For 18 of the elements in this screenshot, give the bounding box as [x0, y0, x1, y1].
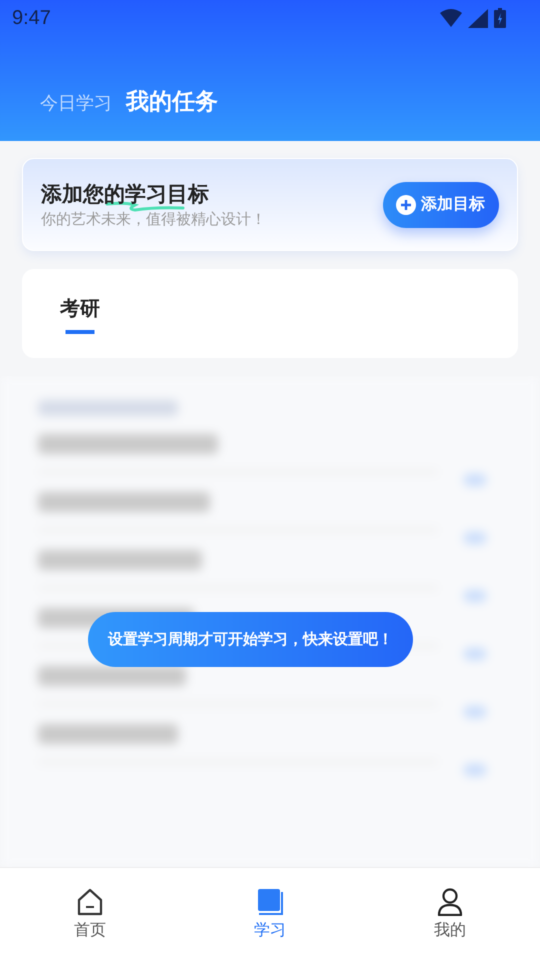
- add-goal-button[interactable]: 添加目标: [383, 182, 499, 228]
- wifi-icon: [440, 9, 462, 27]
- goal-subtitle: 你的艺术未来，值得被精心设计！: [41, 210, 267, 229]
- home-icon: [77, 888, 103, 916]
- plus-icon: [396, 194, 416, 214]
- category-tab[interactable]: 考研: [60, 295, 100, 334]
- nav-tab[interactable]: 我的: [390, 886, 510, 942]
- nav-tab[interactable]: 首页: [30, 886, 150, 942]
- header-tab[interactable]: 我的任务: [126, 86, 218, 117]
- person-icon: [437, 888, 463, 916]
- nav-tab[interactable]: 学习: [210, 886, 330, 942]
- book-icon: [257, 888, 283, 916]
- signal-icon: [468, 8, 488, 28]
- header-tab[interactable]: 今日学习: [40, 91, 112, 115]
- status-time: 9:47: [12, 6, 51, 30]
- toast-message: 设置学习周期才可开始学习，快来设置吧！: [88, 612, 413, 667]
- battery-icon: [494, 8, 506, 28]
- goal-title: 添加您的学习目标: [41, 182, 209, 206]
